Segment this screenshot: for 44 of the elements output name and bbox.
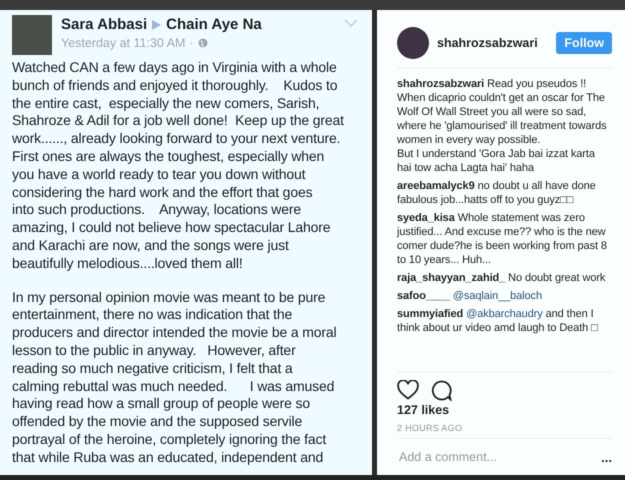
post-text-line: and Karachi are now, and the songs were just <box>12 236 289 255</box>
post-text-line: the entire cast, especially the new comers, Sarish, <box>12 94 320 112</box>
post-text-line: First ones are always the toughest, especially when <box>12 148 324 166</box>
post-text-line: that while Ruba was an educated, independent and <box>12 448 324 467</box>
author-name[interactable]: Sara Abbasi <box>61 16 148 33</box>
post-text-line: considering the hard work and the effort that goes <box>12 184 312 202</box>
mention-link[interactable]: @akbarchaudry <box>466 308 543 320</box>
comment-text: areebamalyck9 no doubt u all have done fabulous job...hatts off to you guyz□□ <box>397 179 597 207</box>
post-text-line: into such productions. Anyway, locations were <box>12 201 302 220</box>
post-text-line: calming rebuttal was much needed. I was amused <box>12 378 334 396</box>
post-text-line: work......, already looking forward to your next venture. <box>12 130 340 148</box>
triangle-icon <box>152 20 162 30</box>
likes-count[interactable]: 127 likes <box>397 403 612 417</box>
post-text-line: bunch of friends and enjoyed it thoroughly. Kudos to <box>12 76 338 95</box>
post-text-line: you have a world ready to tear you down without <box>12 166 306 184</box>
post-text-line: having read how a small group of people were so <box>12 395 310 414</box>
avatar-photo-placeholder <box>397 27 429 59</box>
post-text-line: In my personal opinion movie was meant to be pure <box>12 288 326 306</box>
post-text-line: offended by the movie and the supposed servile <box>12 413 302 431</box>
comment-text: raja_shayyan_zahid_ No doubt great work <box>397 271 606 285</box>
post-text-line: beautifully melodious....loved them all! <box>12 254 243 273</box>
avatar-photo-placeholder <box>12 15 52 55</box>
page-name[interactable]: Chain Aye Na <box>166 16 262 33</box>
more-button[interactable]: ... <box>601 450 612 464</box>
comment-input-field[interactable]: Add a comment... <box>397 449 602 465</box>
comment-text: syeda_kisa Whole statement was zero justified... And excuse me?? who is the new comer dude?he is been working from past 8 to 10 years... Huh... <box>397 211 608 267</box>
separator-dot: · <box>189 36 194 50</box>
post-text-line: reading so much negative criticism, I felt that a <box>12 360 293 378</box>
post-text-line: entertainment, there no was indication that the <box>12 306 292 324</box>
globe-icon <box>198 38 208 48</box>
username[interactable]: shahrozsabzwari <box>437 36 548 50</box>
heart-icon[interactable] <box>397 380 419 400</box>
post-text-line: lesson to the public in anyway. However, after <box>12 342 296 360</box>
post-text-line: amazing, I could not believe how spectacular Lahore <box>12 219 330 237</box>
post-time: 2 HOURS AGO <box>397 417 612 439</box>
post-text-line: Watched CAN a few days ago in Virginia with a whole <box>12 59 337 77</box>
comment-text: summyiafied @akbarchaudry and then I think about ur video amd laugh to Death □ <box>397 307 599 335</box>
mention-link[interactable]: @saqlain__baloch <box>452 290 542 302</box>
post-text-line: portrayal of the heroine, completely ignoring the fact <box>12 430 326 449</box>
post-text-line: Shahroze & Adil for a job well done! Keep up the great <box>12 112 344 130</box>
comment-icon[interactable] <box>431 380 452 401</box>
comment-text: shahrozsabzwari Read you pseudos !! When dicaprio couldn't get an oscar for The Wolf Of Wall Street you all were so sad, where he 'glamourised' ill treatment towards women in every way possible. But I understand 'Gora Jab bai izzat karta hai tow acha Lagta hai' haha <box>397 77 608 175</box>
comment-text: safoo____ @saqlain__baloch <box>397 289 543 303</box>
post-text-line: producers and director intended the movie be a moral <box>12 324 337 342</box>
